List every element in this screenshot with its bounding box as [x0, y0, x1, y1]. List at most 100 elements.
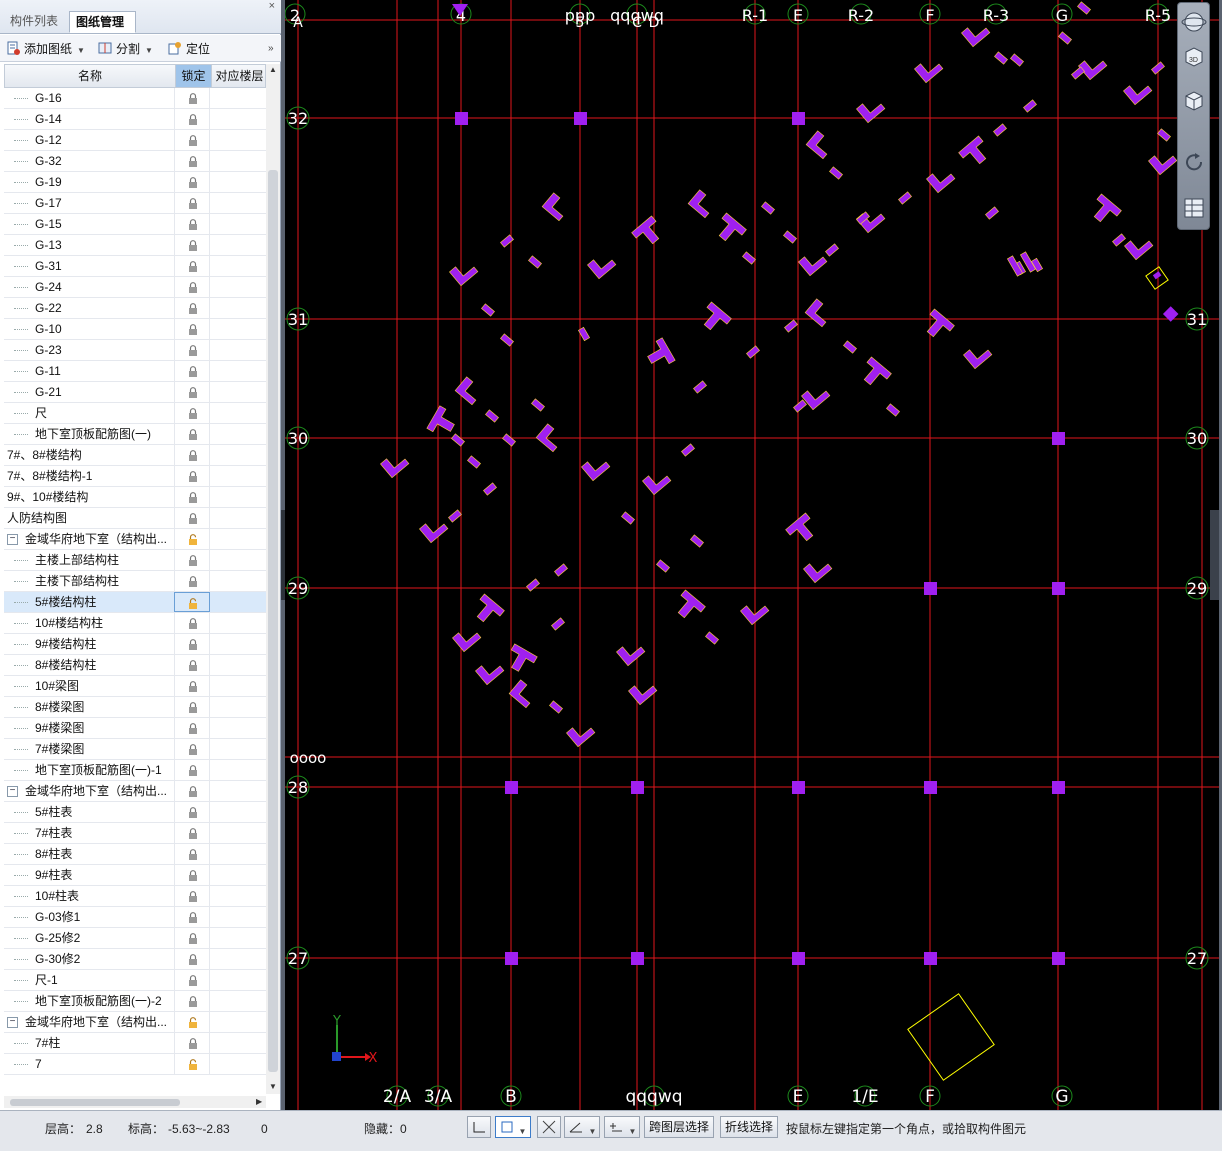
column-section[interactable] — [642, 467, 672, 496]
column-square[interactable] — [1052, 952, 1065, 965]
column-section[interactable] — [1071, 66, 1085, 80]
lock-toggle[interactable] — [174, 613, 210, 633]
angle-button[interactable]: ▼ — [564, 1116, 600, 1138]
drawing-row[interactable]: 尺-1 — [4, 970, 266, 991]
column-section[interactable] — [742, 251, 756, 265]
drawing-row[interactable]: G-03修1 — [4, 907, 266, 928]
orbit-icon[interactable] — [1181, 9, 1207, 35]
column-section[interactable] — [761, 201, 775, 215]
horizontal-scrollbar[interactable]: ▶ — [4, 1096, 266, 1108]
column-section[interactable] — [551, 617, 565, 631]
lock-toggle[interactable] — [174, 676, 210, 696]
lock-toggle[interactable] — [174, 193, 210, 213]
drawing-row[interactable]: 地下室顶板配筋图(一)-2 — [4, 991, 266, 1012]
lock-toggle[interactable] — [174, 277, 210, 297]
drawing-row[interactable]: 7#、8#楼结构 — [4, 445, 266, 466]
lock-toggle[interactable] — [174, 865, 210, 885]
scroll-up-icon[interactable]: ▲ — [269, 65, 277, 74]
drawing-row[interactable]: − 金域华府地下室（结构出... — [4, 1012, 266, 1033]
column-section[interactable] — [994, 51, 1008, 65]
lock-toggle[interactable] — [174, 571, 210, 591]
column-section[interactable] — [856, 95, 886, 124]
drawing-row[interactable]: 8#楼结构柱 — [4, 655, 266, 676]
lock-toggle[interactable] — [174, 319, 210, 339]
snap-button[interactable]: ▼ — [604, 1116, 640, 1138]
lock-toggle[interactable] — [174, 886, 210, 906]
drawing-row[interactable]: 7#柱 — [4, 1033, 266, 1054]
column-square[interactable] — [924, 781, 937, 794]
lock-toggle[interactable] — [174, 256, 210, 276]
selection-frame[interactable] — [907, 993, 995, 1081]
drawing-row[interactable]: 7#、8#楼结构-1 — [4, 466, 266, 487]
drawing-row[interactable]: G-14 — [4, 109, 266, 130]
lock-toggle[interactable] — [174, 592, 210, 612]
split-button[interactable]: 分割 ▼ — [98, 40, 153, 58]
lock-toggle[interactable] — [174, 949, 210, 969]
right-splitter-grip[interactable] — [1210, 510, 1219, 600]
drawing-row[interactable]: G-24 — [4, 277, 266, 298]
drawing-row[interactable]: 7#柱表 — [4, 823, 266, 844]
drawing-row[interactable]: 5#楼结构柱 — [4, 592, 266, 613]
column-square[interactable] — [1052, 781, 1065, 794]
column-square[interactable] — [505, 952, 518, 965]
column-square[interactable] — [924, 582, 937, 595]
column-section[interactable] — [920, 308, 955, 343]
drawing-row[interactable]: G-17 — [4, 193, 266, 214]
column-section[interactable] — [481, 303, 495, 317]
lock-toggle[interactable] — [174, 214, 210, 234]
column-section[interactable] — [705, 631, 719, 645]
column-square[interactable] — [792, 952, 805, 965]
column-section[interactable] — [801, 382, 831, 411]
column-section[interactable] — [528, 255, 542, 269]
close-icon[interactable]: × — [269, 0, 275, 12]
drawing-row[interactable]: 地下室顶板配筋图(一)-1 — [4, 760, 266, 781]
column-section[interactable] — [656, 559, 670, 573]
column-section[interactable] — [681, 443, 695, 457]
column-section[interactable] — [1157, 128, 1171, 142]
lock-toggle[interactable] — [174, 235, 210, 255]
cross-layer-select-button[interactable]: 跨图层选择 — [644, 1116, 714, 1138]
column-section[interactable] — [628, 677, 658, 706]
drawing-row[interactable]: G-15 — [4, 214, 266, 235]
column-section[interactable] — [504, 643, 538, 676]
column-section[interactable] — [690, 534, 704, 548]
column-square[interactable] — [792, 781, 805, 794]
column-square[interactable] — [1052, 432, 1065, 445]
lock-toggle[interactable] — [174, 466, 210, 486]
column-section[interactable] — [566, 719, 596, 748]
lock-toggle[interactable] — [174, 361, 210, 381]
drawing-row[interactable]: 主楼下部结构柱 — [4, 571, 266, 592]
lock-toggle[interactable] — [174, 508, 210, 528]
drawing-row[interactable]: 9#柱表 — [4, 865, 266, 886]
lock-toggle[interactable] — [174, 550, 210, 570]
column-section[interactable] — [926, 165, 956, 194]
column-section[interactable] — [419, 515, 449, 544]
column-section[interactable] — [485, 409, 499, 423]
drawing-row[interactable]: 9#楼结构柱 — [4, 634, 266, 655]
lock-toggle[interactable] — [174, 487, 210, 507]
drawing-row[interactable]: 9#楼梁图 — [4, 718, 266, 739]
drawing-row[interactable]: G-31 — [4, 256, 266, 277]
column-section[interactable] — [985, 206, 999, 220]
column-section[interactable] — [958, 135, 993, 170]
column-section[interactable] — [500, 234, 514, 248]
column-square[interactable] — [505, 781, 518, 794]
column-section[interactable] — [1087, 193, 1122, 228]
column-section[interactable] — [1010, 53, 1024, 67]
column-section[interactable] — [1058, 31, 1072, 45]
rotate-icon[interactable] — [1181, 149, 1207, 175]
column-section[interactable] — [1078, 52, 1108, 81]
column-section[interactable] — [857, 356, 892, 391]
lock-toggle[interactable] — [174, 382, 210, 402]
column-section[interactable] — [843, 340, 857, 354]
column-section[interactable] — [1152, 271, 1162, 280]
toolbar-overflow-icon[interactable]: » — [268, 40, 274, 58]
lock-toggle[interactable] — [174, 907, 210, 927]
column-section[interactable] — [687, 189, 716, 219]
drawing-row[interactable]: 10#梁图 — [4, 676, 266, 697]
lock-toggle[interactable] — [174, 88, 210, 108]
lock-toggle[interactable] — [174, 802, 210, 822]
lock-toggle[interactable] — [174, 403, 210, 423]
collapse-icon[interactable]: − — [7, 786, 18, 797]
cross-select-button[interactable] — [537, 1116, 561, 1138]
